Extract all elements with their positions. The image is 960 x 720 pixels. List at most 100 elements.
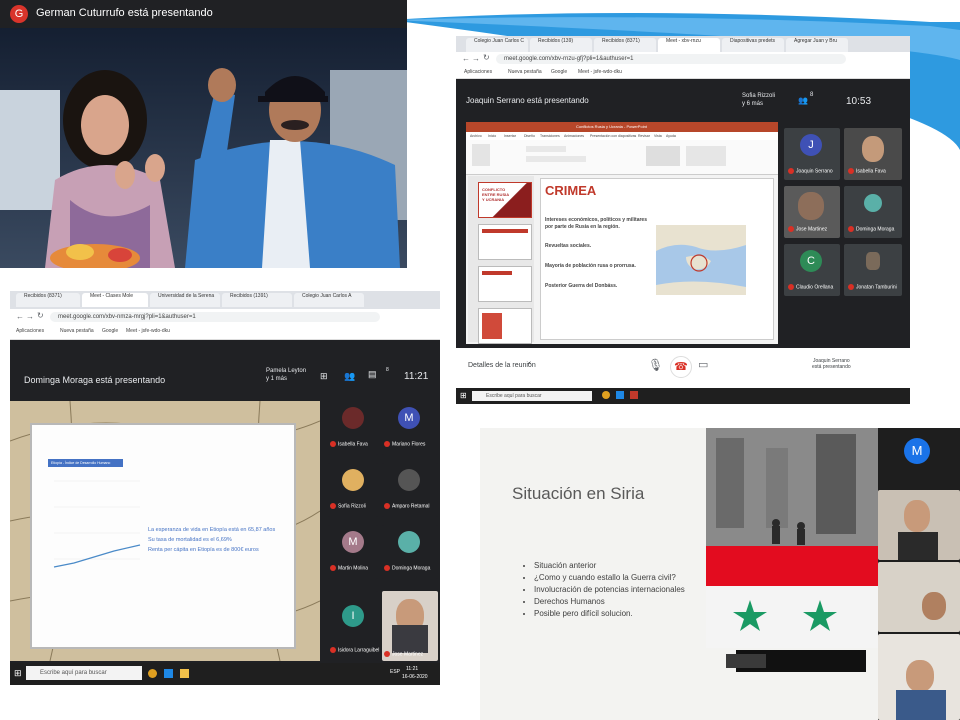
participant-tile[interactable] bbox=[878, 490, 960, 560]
back-icon[interactable]: ← bbox=[16, 312, 24, 321]
shared-slide: Situación en Siria Situación anterior ¿C… bbox=[480, 428, 878, 720]
browser-tab[interactable]: Recibidos (8371) bbox=[594, 38, 656, 52]
presenting-indicator[interactable]: Joaquin Serrano está presentando bbox=[812, 358, 851, 370]
participant-tile[interactable]: Isabella Fava bbox=[328, 401, 378, 455]
bookmark-item[interactable]: Google bbox=[102, 328, 118, 334]
shapes-gallery[interactable] bbox=[646, 146, 680, 166]
camera-icon[interactable]: ▭ bbox=[698, 358, 708, 371]
slide-bullet: Situación anterior bbox=[534, 560, 694, 572]
ppt-menu-item[interactable]: Ayuda bbox=[666, 134, 676, 138]
browser-tab[interactable]: Universidad de la Serena bbox=[150, 293, 220, 307]
back-icon[interactable]: ← bbox=[462, 54, 470, 63]
windows-start-icon[interactable]: ⊞ bbox=[14, 668, 22, 679]
taskbar-search-input[interactable]: Escribe aquí para buscar bbox=[26, 666, 142, 680]
quick-styles[interactable] bbox=[686, 146, 726, 166]
people-icon[interactable]: 👥 bbox=[344, 371, 355, 382]
url-input[interactable]: meet.google.com/xbv-rnzu-gfj?pli=1&authu… bbox=[496, 54, 846, 64]
slide-thumbnail[interactable] bbox=[478, 224, 532, 260]
taskbar-search-input[interactable]: Escribe aquí para buscar bbox=[472, 391, 592, 401]
ppt-menu-item[interactable]: Presentación con diapositivas bbox=[590, 134, 636, 138]
browser-tab[interactable]: Colegio Juan Carlos A bbox=[294, 293, 364, 307]
keyboard-language[interactable]: ESP bbox=[390, 669, 400, 675]
slide-thumbnail[interactable] bbox=[478, 266, 532, 302]
slide-bullet: Posterior Guerra del Donbáss. bbox=[545, 283, 618, 289]
participant-tile[interactable]: Sofía Rizzoli bbox=[328, 463, 378, 517]
bookmark-item[interactable]: Meet - jsfe-wdo-dku bbox=[126, 328, 170, 334]
ppt-menu-item[interactable]: Insertar bbox=[504, 134, 516, 138]
participant-avatar bbox=[398, 469, 420, 491]
paste-icon[interactable] bbox=[472, 144, 490, 166]
windows-start-icon[interactable]: ⊞ bbox=[460, 391, 467, 400]
bookmark-item[interactable]: Google bbox=[551, 69, 567, 75]
bookmark-item[interactable]: Meet - jsfe-wdo-dku bbox=[578, 69, 622, 75]
participant-tile[interactable]: Dominga Moraga bbox=[844, 186, 902, 238]
participant-tile[interactable]: Dominga Moraga bbox=[382, 525, 438, 579]
presenter-banner: Joaquin Serrano está presentando bbox=[466, 96, 589, 105]
bookmark-item[interactable]: Aplicaciones bbox=[464, 69, 492, 75]
edge-taskbar-icon[interactable] bbox=[164, 669, 173, 678]
participant-tile[interactable]: M bbox=[878, 428, 960, 488]
bookmark-item[interactable]: Nueva pestaña bbox=[508, 69, 542, 75]
participant-tile[interactable]: J Joaquin Serrano bbox=[784, 128, 840, 180]
end-call-icon[interactable]: ☎ bbox=[670, 356, 692, 378]
browser-tab[interactable]: Agregar Juan y Bru bbox=[786, 38, 848, 52]
presenter-banner: Dominga Moraga está presentando bbox=[24, 375, 166, 385]
slide-bullet: Involucración de potencias internacional… bbox=[534, 584, 694, 596]
ppt-menu-item[interactable]: Vista bbox=[654, 134, 662, 138]
chat-icon[interactable]: ▤ bbox=[368, 369, 377, 380]
chrome-taskbar-icon[interactable] bbox=[148, 669, 157, 678]
browser-tab[interactable]: Colegio Juan Carlos C bbox=[466, 38, 528, 52]
participant-tile[interactable]: Jose Martinez bbox=[382, 591, 438, 661]
chrome-taskbar-icon[interactable] bbox=[602, 391, 610, 399]
bookmark-item[interactable]: Nueva pestaña bbox=[60, 328, 94, 334]
reload-icon[interactable]: ↻ bbox=[483, 53, 490, 62]
chart-bullet: La esperanza de vida en Etiopía está en … bbox=[148, 527, 276, 533]
ppt-menu-item[interactable]: Revisar bbox=[638, 134, 650, 138]
people-icon[interactable]: 👥 bbox=[798, 96, 808, 105]
slide-thumbnail[interactable]: CONFLICTO ENTRE RUSIA Y UCRANIA bbox=[478, 182, 532, 218]
participant-video bbox=[904, 500, 930, 532]
chevron-up-icon[interactable]: ⌃ bbox=[526, 361, 533, 370]
participant-tile[interactable] bbox=[878, 562, 960, 632]
participant-tile[interactable]: Jonatan Tamburini bbox=[844, 244, 902, 296]
people-count: 8 bbox=[810, 92, 814, 98]
slide-thumbnail[interactable] bbox=[478, 308, 532, 344]
participant-tile[interactable]: M Martin Molina bbox=[328, 525, 378, 579]
participant-tile[interactable]: C Claudio Orellana bbox=[784, 244, 840, 296]
mic-icon[interactable]: 🎙 bbox=[648, 358, 663, 372]
ppt-menu-item[interactable]: Archivo bbox=[470, 134, 482, 138]
participant-tile[interactable]: Jose Martinez bbox=[784, 186, 840, 238]
reload-icon[interactable]: ↻ bbox=[37, 311, 44, 320]
shared-screen: Etiopía - Índice de Desarrollo Humano La… bbox=[10, 401, 320, 661]
participant-tile[interactable] bbox=[878, 634, 960, 720]
participant-tile[interactable]: Isabella Fava bbox=[844, 128, 902, 180]
thumbnail-title: CONFLICTO ENTRE RUSIA Y UCRANIA bbox=[482, 187, 509, 202]
ppt-menu-item[interactable]: Inicio bbox=[488, 134, 496, 138]
participant-tile[interactable]: Amparo Retamal bbox=[382, 463, 438, 517]
edge-taskbar-icon[interactable] bbox=[616, 391, 624, 399]
browser-tab[interactable]: Recibidos (1391) bbox=[222, 293, 292, 307]
ppt-menu-item[interactable]: Diseño bbox=[524, 134, 535, 138]
forward-icon[interactable]: → bbox=[472, 54, 480, 63]
participant-avatar: M bbox=[904, 438, 930, 464]
forward-icon[interactable]: → bbox=[26, 312, 34, 321]
bookmark-item[interactable]: Aplicaciones bbox=[16, 328, 44, 334]
browser-tab[interactable]: Diapositivas predets bbox=[722, 38, 784, 52]
ppt-window-title: Conflictos Rusia y Ucrania - PowerPoint bbox=[576, 124, 647, 129]
participant-tile[interactable]: I Isidora Larraguibel bbox=[328, 591, 379, 661]
browser-tab[interactable]: Recibidos (139) bbox=[530, 38, 592, 52]
participant-tile[interactable]: M Mariano Flores bbox=[382, 401, 438, 455]
presentation-photo-panel: G German Cuturrufo está presentando bbox=[0, 0, 407, 268]
font-selector[interactable] bbox=[526, 146, 566, 152]
ppt-menu-item[interactable]: Animaciones bbox=[564, 134, 584, 138]
ppt-menu-item[interactable]: Transiciones bbox=[540, 134, 560, 138]
url-input[interactable]: meet.google.com/xbv-nmza-mrgj?pli=1&auth… bbox=[50, 312, 380, 322]
grid-layout-icon[interactable]: ⊞ bbox=[320, 371, 328, 382]
bookmarks-bar: Aplicaciones Nueva pestaña Google Meet -… bbox=[456, 66, 910, 79]
powerpoint-taskbar-icon[interactable] bbox=[630, 391, 638, 399]
browser-tab[interactable]: Recibidos (8371) bbox=[16, 293, 80, 307]
browser-tab-active[interactable]: Meet - Clases Mole bbox=[82, 293, 148, 307]
explorer-taskbar-icon[interactable] bbox=[180, 669, 189, 678]
browser-tab-active[interactable]: Meet - xbv-rnzu bbox=[658, 38, 720, 52]
font-format-tools[interactable] bbox=[526, 156, 586, 162]
